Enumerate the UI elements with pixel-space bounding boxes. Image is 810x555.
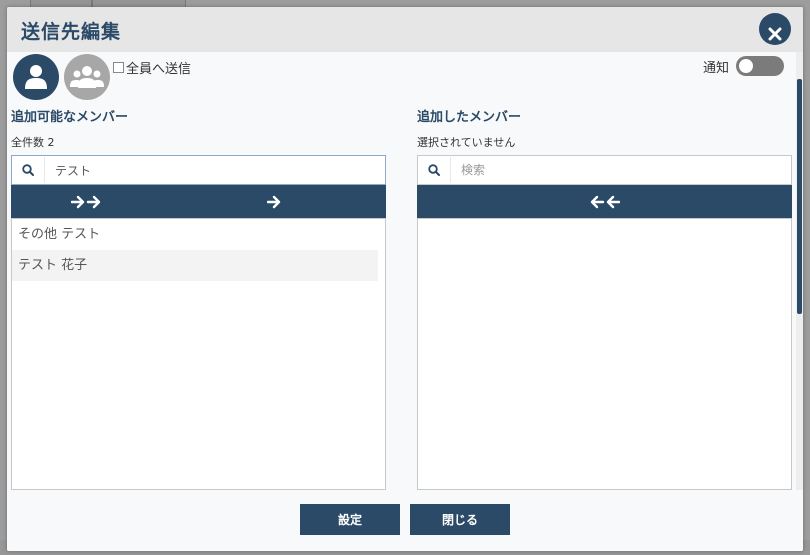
group-icon	[70, 66, 104, 88]
edit-recipients-dialog: 送信先編集 全員へ送信 通知 追加可能なメンバー 全件数 2 テスト その他 テ…	[7, 7, 803, 551]
available-search-input[interactable]	[44, 157, 383, 183]
dialog-header: 送信先編集	[7, 7, 803, 52]
add-selected-button[interactable]	[161, 185, 386, 218]
notify-toggle[interactable]	[736, 56, 785, 76]
search-icon	[418, 164, 450, 176]
toggle-knob	[739, 59, 754, 73]
available-move-bar	[11, 185, 386, 218]
notify-label: 通知	[703, 60, 730, 76]
added-search	[417, 155, 792, 185]
added-search-input[interactable]	[450, 157, 789, 183]
send-to-all-checkbox[interactable]	[113, 62, 124, 73]
person-icon	[25, 65, 47, 89]
send-to-all-label: 全員へ送信	[126, 62, 192, 77]
group-recipient-button[interactable]	[64, 54, 110, 100]
remove-all-button[interactable]	[417, 185, 792, 218]
arrow-right-icon	[266, 195, 280, 208]
add-all-button[interactable]	[11, 185, 161, 218]
available-member-list: その他 テスト テスト 花子	[11, 218, 386, 490]
double-arrow-right-icon	[71, 195, 101, 208]
available-search	[11, 155, 386, 185]
added-move-bar	[417, 185, 792, 218]
close-dialog-button[interactable]: 閉じる	[410, 504, 510, 535]
added-status: 選択されていません	[417, 136, 516, 149]
member-item[interactable]: その他 テスト	[12, 219, 378, 250]
search-icon	[12, 164, 44, 176]
added-members-title: 追加したメンバー	[417, 110, 522, 125]
close-icon	[768, 27, 782, 40]
save-button[interactable]: 設定	[300, 504, 400, 535]
dialog-title: 送信先編集	[21, 21, 122, 43]
close-button[interactable]	[759, 13, 791, 45]
available-count: 全件数 2	[11, 136, 55, 149]
individual-recipient-button[interactable]	[13, 54, 59, 100]
member-item[interactable]: テスト 花子	[12, 250, 378, 281]
added-member-list	[417, 218, 792, 490]
available-members-title: 追加可能なメンバー	[11, 110, 129, 125]
notify-option: 通知	[703, 56, 785, 76]
send-to-all-option: 全員へ送信	[113, 58, 191, 77]
double-arrow-left-icon	[590, 195, 620, 208]
dialog-footer: 設定 閉じる	[7, 490, 803, 551]
dialog-scrollbar[interactable]	[797, 79, 802, 314]
